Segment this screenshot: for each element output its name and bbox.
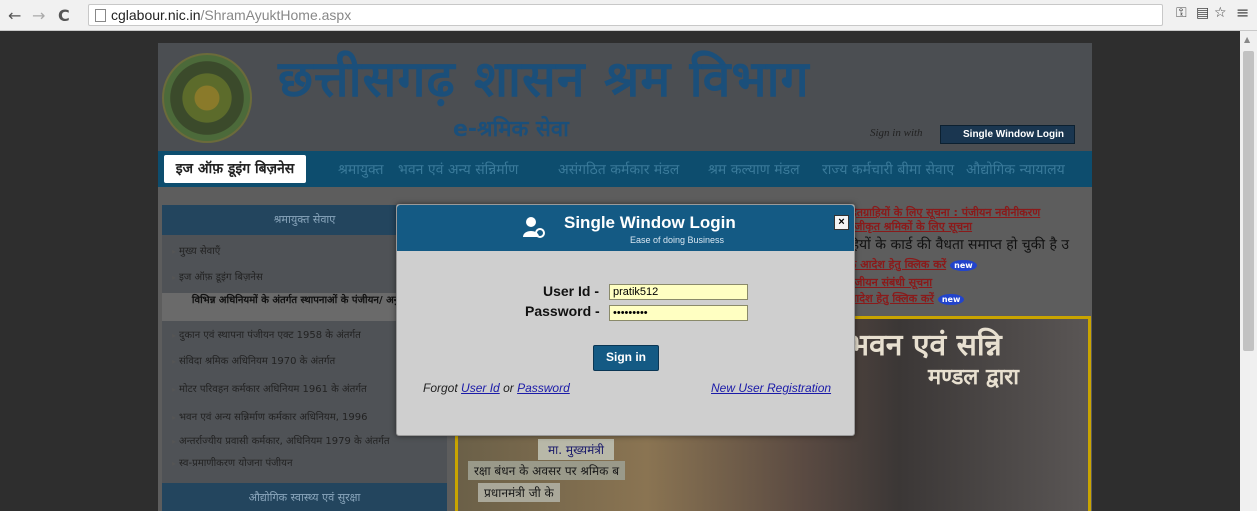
nav-shramayukt[interactable]: श्रमायुक्त (338, 160, 384, 179)
modal-title: Single Window Login (564, 213, 736, 232)
close-icon[interactable]: × (834, 215, 849, 230)
modal-subtitle: Ease of doing Business (630, 235, 725, 245)
forgot-password-link[interactable]: Password (517, 381, 570, 395)
sidebar-item-contract-labour[interactable]: ▸ संविदा श्रमिक अधिनियम 1970 के अंतर्गत (172, 353, 335, 367)
site-subtitle: e-श्रमिक सेवा (453, 117, 569, 142)
photo-banner-text: भवन एवं सन्नि (848, 328, 1002, 363)
address-bar[interactable]: cglabour.nic.in/ShramAyuktHome.aspx (88, 4, 1163, 26)
sidebar-item-shop-establishment[interactable]: ▸ दुकान एवं स्थापना पंजीयन एक्ट 1958 के अ… (172, 327, 361, 341)
sidebar-item-building-construction[interactable]: ▸ भवन एवं अन्य सन्निर्माण कर्मकार अधिनियम… (172, 409, 368, 423)
news-line-1[interactable]: हितग्राहियों के लिए सूचना : पंजीयन नवीनी… (848, 205, 1040, 220)
menu-icon[interactable]: ≡ (1236, 3, 1249, 22)
password-input[interactable] (609, 305, 748, 321)
state-emblem-logo (162, 53, 252, 143)
photo-caption-2: रक्षा बंधन के अवसर पर श्रमिक ब (468, 461, 626, 480)
news-line-4[interactable]: के आदेश हेतु क्लिक करें new (848, 257, 977, 272)
nav-industrial-court[interactable]: औद्योगिक न्यायालय (966, 160, 1065, 179)
nav-esi[interactable]: राज्य कर्मचारी बीमा सेवाए (822, 160, 954, 179)
sign-in-with-text: Sign in with (870, 127, 923, 139)
userid-label: User Id - (543, 283, 600, 299)
star-icon[interactable]: ☆ (1214, 5, 1227, 21)
page-icon (95, 9, 106, 22)
single-window-login-button[interactable]: Single Window Login (940, 125, 1075, 144)
nav-shram-kalyan[interactable]: श्रम कल्याण मंडल (708, 160, 800, 179)
browser-toolbar: ← → C cglabour.nic.in/ShramAyuktHome.asp… (0, 0, 1257, 31)
userid-input[interactable] (609, 284, 748, 300)
nav-bhawan[interactable]: भवन एवं अन्य संन्निर्माण (398, 160, 518, 179)
sign-in-button[interactable]: Sign in (593, 345, 659, 371)
forgot-prefix: Forgot (423, 381, 458, 395)
sidebar-item-self-certification[interactable]: ▸ स्व-प्रमाणीकरण योजना पंजीयन (172, 455, 293, 469)
sidebar-item-ease-of-business[interactable]: ▸ इज ऑफ़ डूइंग बिज़नेस (172, 269, 263, 283)
new-badge-icon: new (950, 260, 977, 271)
user-key-icon (523, 217, 545, 238)
url-host: cglabour.nic.in (111, 7, 201, 23)
news-line-3: हियों के कार्ड की वैधता समाप्त हो चुकी ह… (848, 237, 1070, 253)
nav-asangathit[interactable]: असंगठित कर्मकार मंडल (558, 160, 679, 179)
translate-icon[interactable]: ▤ (1196, 5, 1209, 21)
reload-icon[interactable]: C (58, 6, 70, 25)
page-scrollbar[interactable]: ▲ (1240, 31, 1257, 511)
forgot-credentials: Forgot User Id or Password (423, 381, 570, 395)
back-icon[interactable]: ← (8, 6, 21, 25)
news-line-5[interactable]: पंजीयन संबंधी सूचना (848, 275, 932, 290)
photo-banner-text-2: मण्डल द्वारा (928, 365, 1019, 390)
modal-header: Single Window Login Ease of doing Busine… (397, 205, 854, 251)
single-window-login-modal: Single Window Login Ease of doing Busine… (396, 204, 855, 436)
sidebar-item-motor-transport[interactable]: ▸ मोटर परिवहन कर्मकार अधिनियम 1961 के अंत… (172, 381, 367, 395)
sidebar-footer-heading[interactable]: औद्योगिक स्वास्थ्य एवं सुरक्षा (162, 483, 447, 511)
sidebar-item-main-services[interactable]: ▸ मुख्य सेवाएँ (172, 243, 220, 257)
scroll-up-icon[interactable]: ▲ (1244, 35, 1250, 44)
new-user-registration-link[interactable]: New User Registration (711, 381, 831, 395)
forgot-or: or (503, 381, 514, 395)
forward-icon[interactable]: → (32, 6, 45, 25)
site-header: छत्तीसगढ़ शासन श्रम विभाग e-श्रमिक सेवा … (158, 43, 1092, 151)
photo-caption-1: मा. मुख्यमंत्री (538, 439, 614, 460)
key-icon[interactable]: ⚿ (1176, 5, 1187, 21)
scrollbar-thumb[interactable] (1243, 51, 1254, 351)
news-line-6[interactable]: आदेश हेतु क्लिक करें new (848, 291, 965, 306)
news-line-2[interactable]: पंजीकृत श्रमिकों के लिए सूचना (848, 219, 972, 234)
new-badge-icon: new (937, 294, 965, 305)
site-title: छत्तीसगढ़ शासन श्रम विभाग (278, 50, 810, 108)
nav-ease-of-doing-business[interactable]: इज ऑफ़ डूइंग बिज़नेस (164, 155, 306, 183)
photo-caption-3: प्रधानमंत्री जी के (478, 483, 560, 502)
forgot-userid-link[interactable]: User Id (461, 381, 500, 395)
password-label: Password - (525, 303, 600, 319)
page-viewport: छत्तीसगढ़ शासन श्रम विभाग e-श्रमिक सेवा … (0, 31, 1240, 511)
url-path: /ShramAyuktHome.aspx (200, 7, 352, 23)
main-navbar: इज ऑफ़ डूइंग बिज़नेस श्रमायुक्त भवन एवं … (158, 151, 1092, 187)
sidebar-item-interstate-migrant[interactable]: ▸ अन्तर्राज्यीय प्रवासी कर्मकार, अधिनियम … (172, 433, 390, 447)
